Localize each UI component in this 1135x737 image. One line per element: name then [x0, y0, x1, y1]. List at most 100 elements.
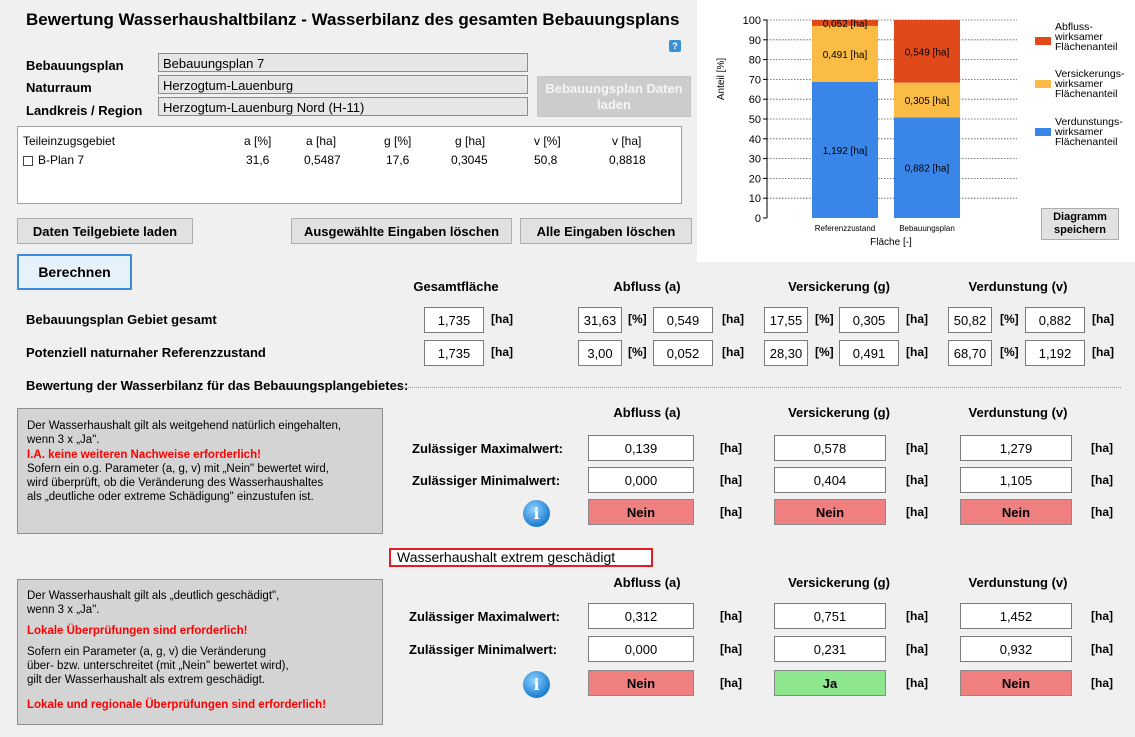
unit-ha: [ha] [720, 473, 742, 487]
naturraum-field[interactable]: Herzogtum-Lauenburg [158, 75, 528, 94]
landkreis-label: Landkreis / Region [26, 103, 143, 118]
load-plan-data-button[interactable]: Bebauungsplan Daten laden [537, 76, 691, 117]
unit-ha: [ha] [906, 642, 928, 656]
unit-ha: [ha] [491, 345, 513, 359]
unit-ha: [ha] [906, 312, 928, 326]
y-tick-label: 60 [749, 94, 761, 106]
page-title: Bewertung Wasserhaushaltbilanz - Wasserb… [26, 10, 680, 29]
total-area-reference: 1,735 [424, 340, 484, 366]
header-verdunstung: Verdunstung (v) [968, 279, 1068, 294]
info-line-warning: I.A. keine weiteren Nachweise erforderli… [27, 449, 261, 461]
bar-data-label: 0,549 [ha] [905, 47, 950, 58]
block2-header-abfluss: Abfluss (a) [613, 575, 681, 590]
bebauungsplan-field[interactable]: Bebauungsplan 7 [158, 53, 528, 72]
info-icon[interactable]: i [523, 500, 550, 527]
verdict-label: Wasserhaushalt extrem geschädigt [389, 548, 653, 567]
info-line-warning: Lokale und regionale Überprüfungen sind … [27, 699, 327, 711]
table-cell-g-pct: 17,6 [386, 153, 410, 167]
unit-ha: [ha] [720, 642, 742, 656]
block2-min-label: Zulässiger Minimalwert: [409, 642, 558, 657]
verdunstung-pct-plan: 50,82 [948, 307, 992, 333]
x-tick-label: Bebauungsplan [899, 224, 955, 233]
info-line: gilt der Wasserhaushalt als extrem gesch… [27, 674, 265, 686]
header-abfluss: Abfluss (a) [613, 279, 681, 294]
block1-header-verdunstung: Verdunstung (v) [968, 405, 1068, 420]
y-tick-label: 10 [749, 193, 761, 205]
unit-ha: [ha] [906, 473, 928, 487]
block1-status-abfluss: Nein [588, 499, 694, 525]
unit-ha: [ha] [722, 312, 744, 326]
unit-ha: [ha] [906, 505, 928, 519]
unit-ha: [ha] [1091, 505, 1113, 519]
block1-min-abfluss: 0,000 [588, 467, 694, 493]
bar-data-label: 0,052 [ha] [823, 19, 868, 30]
block2-max-label: Zulässiger Maximalwert: [409, 609, 560, 624]
block1-status-versickerung: Nein [774, 499, 886, 525]
unit-ha: [ha] [720, 441, 742, 455]
block2-status-verdunstung: Nein [960, 670, 1072, 696]
window-left-border [0, 0, 7, 737]
save-chart-button[interactable]: Diagramm speichern [1041, 208, 1119, 240]
clear-all-button[interactable]: Alle Eingaben löschen [520, 218, 692, 244]
block1-min-versickerung: 0,404 [774, 467, 886, 493]
info-box-deutlich-geschaedigt: Der Wasserhaushalt gilt als „deutlich ge… [17, 579, 383, 725]
unit-pct: [%] [628, 345, 647, 359]
unit-pct: [%] [815, 312, 834, 326]
evaluation-section-title: Bewertung der Wasserbilanz für das Bebau… [26, 378, 409, 393]
info-line: als „deutliche oder extreme Schädigung" … [27, 491, 314, 503]
unit-pct: [%] [1000, 312, 1019, 326]
header-versickerung: Versickerung (g) [788, 279, 890, 294]
table-header-v-ha: v [ha] [612, 134, 642, 148]
y-axis-label: Anteil [%] [716, 58, 727, 100]
block1-max-verdunstung: 1,279 [960, 435, 1072, 461]
block2-header-verdunstung: Verdunstung (v) [968, 575, 1068, 590]
y-tick-label: 0 [755, 213, 761, 225]
y-tick-label: 90 [749, 35, 761, 47]
table-row-name[interactable]: B-Plan 7 [38, 153, 84, 167]
block1-header-versickerung: Versickerung (g) [788, 405, 890, 420]
verdunstung-ha-reference: 1,192 [1025, 340, 1085, 366]
y-tick-label: 40 [749, 134, 761, 146]
unit-ha: [ha] [1091, 609, 1113, 623]
legend-label-versickerung: Versickerungs- wirksamer Flächenanteil [1055, 68, 1125, 100]
row-label-bebauungsplan-gesamt: Bebauungsplan Gebiet gesamt [26, 312, 217, 327]
table-header-a-ha: a [ha] [306, 134, 337, 148]
unit-ha: [ha] [906, 609, 928, 623]
versickerung-ha-reference: 0,491 [839, 340, 899, 366]
abfluss-ha-plan: 0,549 [653, 307, 713, 333]
abfluss-ha-reference: 0,052 [653, 340, 713, 366]
verdunstung-ha-plan: 0,882 [1025, 307, 1085, 333]
landkreis-field[interactable]: Herzogtum-Lauenburg Nord (H-11) [158, 97, 528, 116]
calculate-button[interactable]: Berechnen [17, 254, 132, 290]
help-icon[interactable]: ? [669, 40, 681, 52]
row-checkbox[interactable] [23, 156, 33, 166]
block1-status-verdunstung: Nein [960, 499, 1072, 525]
table-cell-v-pct: 50,8 [534, 153, 558, 167]
load-subareas-button[interactable]: Daten Teilgebiete laden [17, 218, 193, 244]
legend-swatch-abfluss [1035, 37, 1051, 45]
table-cell-v-ha: 0,8818 [609, 153, 646, 167]
bebauungsplan-label: Bebauungsplan [26, 58, 124, 73]
block2-min-verdunstung: 0,932 [960, 636, 1072, 662]
abfluss-pct-reference: 3,00 [578, 340, 622, 366]
unit-ha: [ha] [720, 505, 742, 519]
block2-status-versickerung: Ja [774, 670, 886, 696]
teilgebiete-table[interactable]: Teileinzugsgebiet a [%] a [ha] g [%] g [… [17, 126, 682, 204]
naturraum-label: Naturraum [26, 80, 92, 95]
info-line-warning: Lokale Überprüfungen sind erforderlich! [27, 625, 248, 637]
block2-max-verdunstung: 1,452 [960, 603, 1072, 629]
table-header-a-pct: a [%] [244, 134, 272, 148]
unit-ha: [ha] [906, 676, 928, 690]
table-header-g-pct: g [%] [384, 134, 412, 148]
block2-status-abfluss: Nein [588, 670, 694, 696]
y-tick-label: 80 [749, 55, 761, 67]
block1-header-abfluss: Abfluss (a) [613, 405, 681, 420]
clear-selected-button[interactable]: Ausgewählte Eingaben löschen [291, 218, 512, 244]
info-line: über- bzw. unterschreitet (mit „Nein" be… [27, 660, 289, 672]
x-tick-label: Referenzzustand [815, 224, 875, 233]
unit-ha: [ha] [1091, 642, 1113, 656]
info-line: Sofern ein Parameter (a, g, v) die Verän… [27, 646, 267, 658]
info-line: wenn 3 x „Ja". [27, 604, 100, 616]
total-area-plan: 1,735 [424, 307, 484, 333]
info-icon[interactable]: i [523, 671, 550, 698]
